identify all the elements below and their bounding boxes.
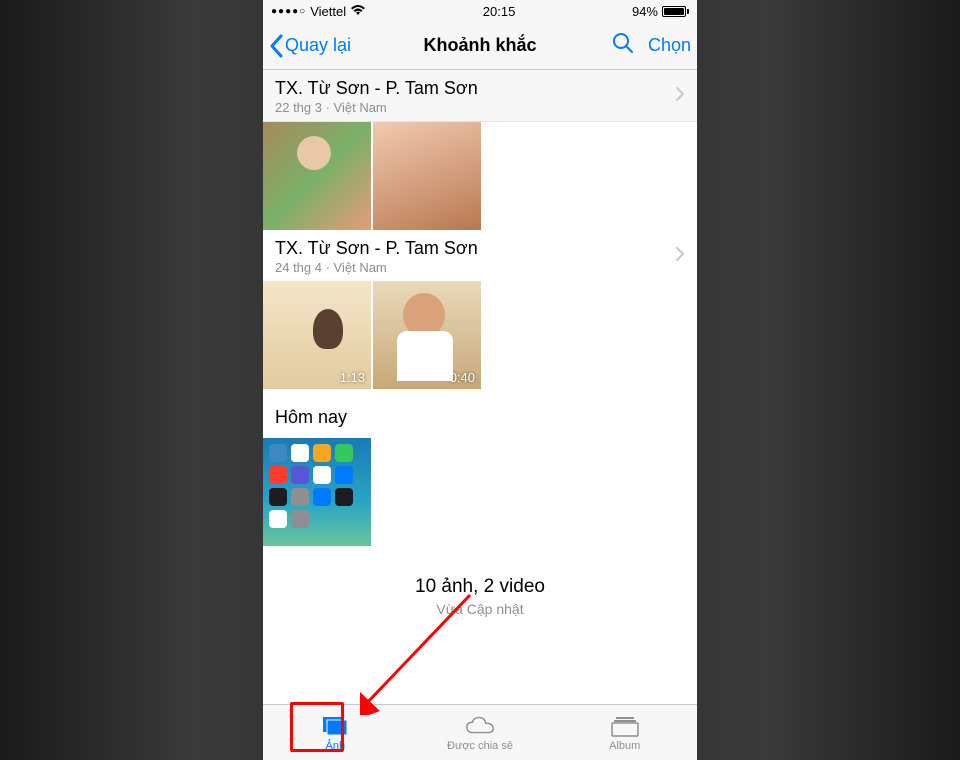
summary-status: Vừa Cập nhật — [263, 601, 697, 617]
status-left: ●●●●○ Viettel — [271, 4, 366, 19]
battery-pct: 94% — [632, 4, 658, 19]
status-bar: ●●●●○ Viettel 20:15 94% — [263, 0, 697, 22]
search-icon — [612, 32, 634, 54]
moment-header[interactable]: TX. Từ Sơn - P. Tam Sơn 22 thg 3 · Việt … — [263, 70, 697, 122]
photo-thumbnail[interactable] — [263, 122, 371, 230]
battery-icon — [662, 6, 689, 17]
tab-label: Album — [609, 740, 640, 752]
video-thumbnail[interactable]: 0:40 — [373, 281, 481, 389]
tab-label: Được chia sẻ — [447, 740, 513, 752]
status-right: 94% — [632, 4, 689, 19]
select-button[interactable]: Chọn — [648, 35, 691, 56]
nav-bar: Quay lại Khoảnh khắc Chọn — [263, 22, 697, 70]
tab-shared[interactable]: Được chia sẻ — [408, 705, 553, 760]
tab-albums[interactable]: Album — [552, 705, 697, 760]
signal-dots-icon: ●●●●○ — [271, 6, 306, 17]
video-thumbnail[interactable]: 1:13 — [263, 281, 371, 389]
albums-tab-icon — [610, 714, 640, 738]
thumbnail-row — [263, 438, 697, 546]
thumbnail-row — [263, 122, 697, 230]
tab-bar: Ảnh Được chia sẻ Album — [263, 704, 697, 760]
content-scroll[interactable]: TX. Từ Sơn - P. Tam Sơn 22 thg 3 · Việt … — [263, 70, 697, 704]
moment-title: TX. Từ Sơn - P. Tam Sơn — [275, 238, 478, 259]
chevron-right-icon — [675, 85, 685, 108]
back-label: Quay lại — [285, 35, 351, 56]
library-summary: 10 ảnh, 2 video Vừa Cập nhật — [263, 546, 697, 627]
search-button[interactable] — [612, 32, 634, 59]
status-time: 20:15 — [483, 4, 516, 19]
moment-subtitle: 24 thg 4 · Việt Nam — [275, 260, 478, 275]
moment-title: TX. Từ Sơn - P. Tam Sơn — [275, 78, 478, 99]
wifi-icon — [350, 4, 366, 19]
video-duration: 1:13 — [340, 370, 365, 385]
photo-thumbnail[interactable] — [373, 122, 481, 230]
video-duration: 0:40 — [450, 370, 475, 385]
back-button[interactable]: Quay lại — [269, 34, 351, 58]
moment-subtitle: 22 thg 3 · Việt Nam — [275, 100, 478, 115]
chevron-right-icon — [675, 245, 685, 268]
screenshot-thumbnail[interactable] — [263, 438, 371, 546]
today-header: Hôm nay — [263, 389, 697, 438]
chevron-left-icon — [269, 34, 283, 58]
tab-photos[interactable]: Ảnh — [263, 705, 408, 760]
summary-count: 10 ảnh, 2 video — [263, 576, 697, 598]
photos-tab-icon — [320, 714, 350, 738]
carrier-label: Viettel — [310, 4, 346, 19]
phone-frame: ●●●●○ Viettel 20:15 94% Quay lại Khoảnh … — [263, 0, 697, 760]
thumbnail-row: 1:13 0:40 — [263, 281, 697, 389]
moment-header[interactable]: TX. Từ Sơn - P. Tam Sơn 24 thg 4 · Việt … — [263, 230, 697, 281]
tab-label: Ảnh — [326, 740, 346, 752]
cloud-tab-icon — [465, 714, 495, 738]
